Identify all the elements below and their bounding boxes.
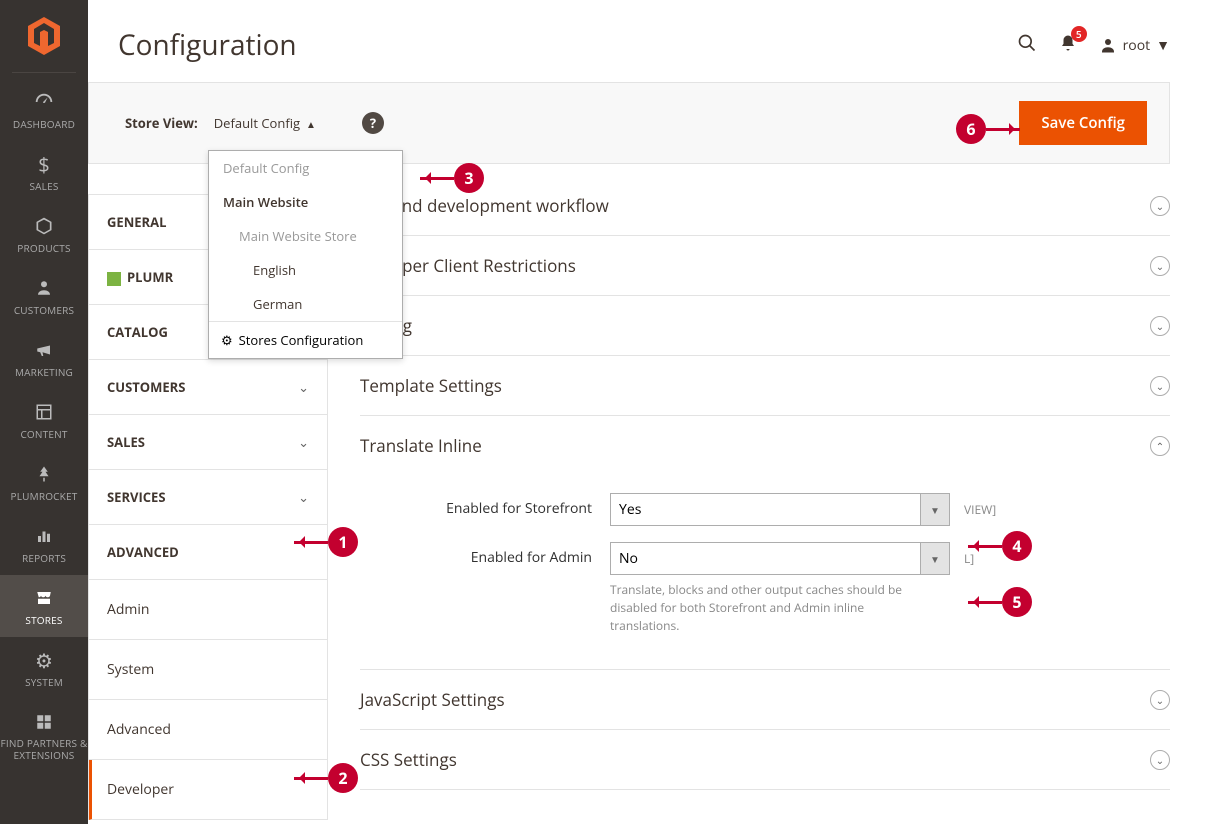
chevron-down-icon: ⌄ [1150, 256, 1170, 276]
nav-system[interactable]: ⚙SYSTEM [0, 637, 88, 699]
enabled-admin-select[interactable]: No [610, 542, 950, 575]
save-config-button[interactable]: Save Config [1019, 101, 1147, 145]
nav-reports[interactable]: REPORTS [0, 513, 88, 575]
tab-sales[interactable]: SALES⌄ [88, 415, 328, 470]
blocks-icon [0, 709, 88, 735]
field-note: Translate, blocks and other output cache… [610, 581, 910, 635]
tab-customers[interactable]: CUSTOMERS⌄ [88, 360, 328, 415]
chevron-up-icon: ⌃ [1150, 436, 1170, 456]
translate-inline-fields: Enabled for Storefront Yes ▼ VIEW] Enabl… [360, 475, 1170, 669]
storeview-dropdown: Default Config Main Website Main Website… [208, 150, 403, 359]
dashboard-icon [0, 89, 88, 115]
storeview-option-english[interactable]: English [209, 253, 402, 287]
help-icon[interactable]: ? [362, 112, 384, 134]
tab-advanced[interactable]: ADVANCED [88, 525, 328, 580]
chevron-down-icon: ⌄ [1150, 316, 1170, 336]
enabled-storefront-select[interactable]: Yes [610, 493, 950, 526]
nav-marketing[interactable]: MARKETING [0, 327, 88, 389]
magento-logo[interactable] [0, 0, 88, 72]
notification-badge: 5 [1071, 26, 1087, 42]
subtab-system[interactable]: System [89, 640, 327, 700]
chevron-down-icon: ⌄ [1150, 690, 1170, 710]
cube-icon [0, 213, 88, 239]
gear-icon: ⚙ [221, 331, 233, 349]
bars-icon [0, 523, 88, 549]
field-label-storefront: Enabled for Storefront [360, 493, 610, 518]
subtab-developer[interactable]: Developer [89, 760, 327, 820]
nav-sales[interactable]: $SALES [0, 141, 88, 203]
search-icon[interactable] [1017, 32, 1037, 59]
dollar-icon: $ [0, 151, 88, 177]
chevron-down-icon: ⌄ [298, 378, 309, 396]
gear-icon: ⚙ [0, 647, 88, 673]
nav-plumrocket[interactable]: PLUMROCKET [0, 451, 88, 513]
user-icon [1099, 36, 1117, 54]
storeview-option-main-website[interactable]: Main Website [209, 185, 402, 219]
chevron-down-icon: ⌄ [1150, 376, 1170, 396]
group-template-settings[interactable]: Template Settings ⌄ [360, 356, 1170, 416]
group-developer-restrictions[interactable]: eveloper Client Restrictions ⌄ [360, 236, 1170, 296]
group-debug[interactable]: Debug ⌄ [360, 296, 1170, 356]
page-header: Configuration 5 root ▼ [88, 0, 1206, 82]
megaphone-icon [0, 337, 88, 363]
group-javascript-settings[interactable]: JavaScript Settings ⌄ [360, 669, 1170, 730]
subtab-advanced[interactable]: Advanced [89, 700, 327, 760]
triangle-up-icon: ▲ [306, 117, 316, 131]
person-icon [0, 275, 88, 301]
storeview-label: Store View: [125, 114, 198, 132]
tree-icon [0, 461, 88, 487]
username: root [1123, 36, 1151, 55]
storeview-option-main-store[interactable]: Main Website Store [209, 219, 402, 253]
chevron-down-icon: ⌄ [298, 488, 309, 506]
nav-products[interactable]: PRODUCTS [0, 203, 88, 265]
tab-services[interactable]: SERVICES⌄ [88, 470, 328, 525]
nav-dashboard[interactable]: DASHBOARD [0, 79, 88, 141]
page-title: Configuration [118, 26, 1017, 64]
plumrocket-logo-icon [107, 272, 121, 286]
group-css-settings[interactable]: CSS Settings ⌄ [360, 730, 1170, 790]
subtab-admin[interactable]: Admin [89, 580, 327, 640]
chevron-down-icon: ⌄ [1150, 196, 1170, 216]
layout-icon [0, 399, 88, 425]
nav-content[interactable]: CONTENT [0, 389, 88, 451]
storeview-option-german[interactable]: German [209, 287, 402, 321]
scope-global: L] [950, 542, 1080, 567]
user-menu[interactable]: root ▼ [1099, 36, 1170, 55]
caret-down-icon: ▼ [1156, 36, 1170, 55]
storeview-switcher[interactable]: Default Config▲ [214, 114, 316, 132]
field-label-admin: Enabled for Admin [360, 542, 610, 567]
group-translate-inline[interactable]: Translate Inline ⌃ [360, 416, 1170, 475]
chevron-down-icon: ⌄ [298, 433, 309, 451]
config-content: ont-end development workflow ⌄ eveloper … [328, 194, 1206, 820]
group-frontend-workflow[interactable]: ont-end development workflow ⌄ [360, 194, 1170, 236]
scope-store-view: VIEW] [950, 493, 1080, 518]
nav-stores[interactable]: STORES [0, 575, 88, 637]
chevron-down-icon: ⌄ [1150, 750, 1170, 770]
nav-customers[interactable]: CUSTOMERS [0, 265, 88, 327]
storeview-option-default[interactable]: Default Config [209, 151, 402, 185]
admin-sidebar: DASHBOARD $SALES PRODUCTS CUSTOMERS MARK… [0, 0, 88, 824]
store-icon [0, 585, 88, 611]
notifications-icon[interactable]: 5 [1059, 32, 1077, 59]
nav-find-partners[interactable]: FIND PARTNERS & EXTENSIONS [0, 699, 88, 771]
storeview-stores-config-link[interactable]: ⚙Stores Configuration [209, 321, 402, 358]
